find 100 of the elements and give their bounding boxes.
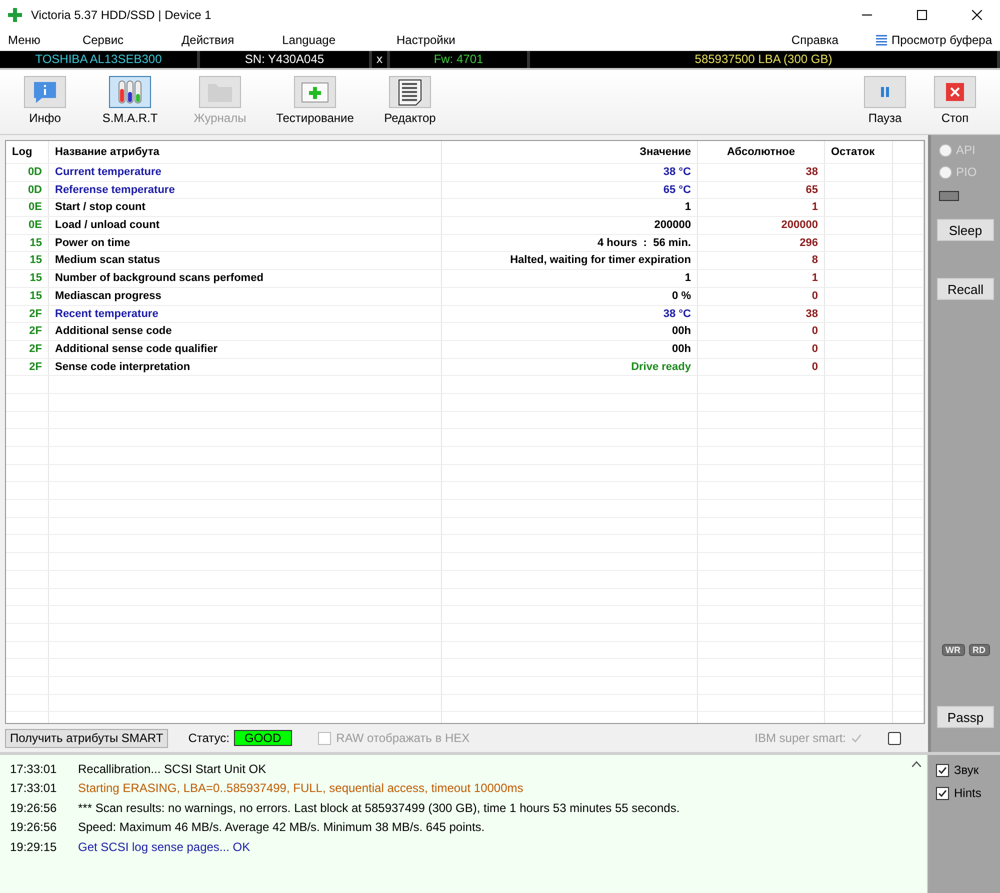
passp-button[interactable]: Passp <box>937 706 994 728</box>
log-cell: 2F <box>6 323 49 340</box>
absolute-cell: 1 <box>698 199 825 216</box>
get-smart-button[interactable]: Получить атрибуты SMART <box>5 728 168 748</box>
cross-icon <box>8 8 22 22</box>
absolute-cell: 38 <box>698 164 825 181</box>
window-title: Victoria 5.37 HDD/SSD | Device 1 <box>31 8 212 22</box>
toolbar-button[interactable]: S.M.A.R.T <box>80 76 180 125</box>
attribute-name-cell: Number of background scans perfomed <box>49 270 442 287</box>
attribute-name-cell: Start / stop count <box>49 199 442 216</box>
io-indicator: WR <box>942 644 964 656</box>
log-cell: 15 <box>6 270 49 287</box>
toolbar-button[interactable]: Тестирование <box>260 76 370 125</box>
menu-item[interactable]: Language <box>282 33 336 47</box>
scroll-up-icon[interactable] <box>912 761 921 767</box>
log-cell: 2F <box>6 306 49 322</box>
maximize-icon[interactable] <box>917 10 927 20</box>
absolute-cell: 1 <box>698 270 825 287</box>
toolbar-button[interactable]: Инфо <box>10 76 80 125</box>
list-icon <box>876 34 888 46</box>
option-label: Hints <box>954 786 982 800</box>
log-time: 19:26:56 <box>9 820 57 834</box>
hex-label: RAW отображать в HEX <box>336 731 470 745</box>
toolbar-button[interactable]: Стоп <box>920 76 990 125</box>
value-cell: 65 °C <box>442 182 698 198</box>
log-message: Speed: Maximum 46 MB/s. Average 42 MB/s. Minimum 38 MB/s. 645 points. <box>77 820 485 834</box>
log-cell: 0E <box>6 217 49 234</box>
column-header[interactable]: Log <box>6 141 49 163</box>
value-cell: 1 <box>442 199 698 216</box>
column-header[interactable]: Значение <box>442 141 698 163</box>
absolute-cell: 0 <box>698 288 825 304</box>
value-cell: 1 <box>442 270 698 287</box>
buffer-menu-item[interactable]: Просмотр буфера <box>876 33 992 47</box>
menu-item[interactable]: Сервис <box>82 33 124 47</box>
status-label: Статус: <box>188 731 230 745</box>
attribute-name-cell: Medium scan status <box>49 252 442 270</box>
absolute-cell: 296 <box>698 234 825 252</box>
attribute-name-cell: Additional sense code <box>49 323 442 340</box>
attribute-name-cell: Power on time <box>49 234 442 252</box>
option-checkbox[interactable] <box>936 786 949 800</box>
menu-item[interactable]: Меню <box>8 33 40 47</box>
absolute-cell: 0 <box>698 358 825 376</box>
close-icon <box>946 83 964 101</box>
toolbar-button[interactable]: Пауза <box>850 76 920 125</box>
absolute-cell: 0 <box>698 340 825 358</box>
attribute-name-cell: Recent temperature <box>49 306 442 322</box>
info-icon <box>32 80 58 104</box>
log-cell: 15 <box>6 234 49 252</box>
absolute-cell: 0 <box>698 323 825 340</box>
value-cell: 00h <box>442 323 698 340</box>
log-time: 17:33:01 <box>9 762 57 776</box>
checkbox[interactable] <box>888 732 901 744</box>
value-cell: Halted, waiting for timer expiration <box>442 252 698 270</box>
log-message: *** Scan results: no warnings, no errors. Last block at 585937499 (300 GB), time 1 hours 53 minutes 55 seconds. <box>77 800 680 815</box>
log-message: Recallibration... SCSI Start Unit OK <box>77 762 266 776</box>
value-cell: 38 °C <box>442 306 698 322</box>
attribute-name-cell: Current temperature <box>49 164 442 181</box>
absolute-cell: 200000 <box>698 217 825 234</box>
attribute-name-cell: Referense temperature <box>49 182 442 198</box>
log-cell: 15 <box>6 252 49 270</box>
attribute-name-cell: Additional sense code qualifier <box>49 340 442 358</box>
first-aid-kit-icon <box>300 80 330 104</box>
option-label: Звук <box>954 763 979 777</box>
menu-item[interactable]: Действия <box>182 33 234 47</box>
log-cell: 2F <box>6 340 49 358</box>
log-message: Get SCSI log sense pages... OK <box>77 840 250 854</box>
log-time: 17:33:01 <box>9 781 57 796</box>
log-cell: 0E <box>6 199 49 216</box>
value-cell: Drive ready <box>442 358 698 376</box>
option-checkbox[interactable] <box>936 764 949 776</box>
activity-indicator <box>939 191 959 201</box>
recall-button[interactable]: Recall <box>937 278 994 300</box>
binary-sheet-icon <box>397 78 423 106</box>
value-cell: 00h <box>442 340 698 358</box>
menu-item[interactable]: Настройки <box>396 33 456 47</box>
attribute-name-cell: Load / unload count <box>49 217 442 234</box>
absolute-cell: 8 <box>698 252 825 270</box>
log-time: 19:29:15 <box>9 840 57 854</box>
log-cell: 2F <box>6 358 49 376</box>
log-cell: 15 <box>6 288 49 304</box>
sleep-button[interactable]: Sleep <box>937 219 994 241</box>
log-cell: 0D <box>6 164 49 181</box>
value-cell: 0 % <box>442 288 698 304</box>
value-cell: 38 °C <box>442 164 698 181</box>
value-cell: 4 hours : 56 min. <box>442 234 698 252</box>
column-header[interactable]: Название атрибута <box>49 141 442 163</box>
menu-item[interactable]: Справка <box>791 33 838 47</box>
log-cell: 0D <box>6 182 49 198</box>
io-indicator: RD <box>968 644 990 656</box>
log-time: 19:26:56 <box>9 800 57 815</box>
column-header[interactable]: Остаток <box>825 141 893 163</box>
pause-icon <box>878 85 892 99</box>
attribute-name-cell: Sense code interpretation <box>49 358 442 376</box>
close-icon[interactable] <box>972 10 982 20</box>
test-tubes-icon <box>116 79 144 105</box>
log-message: Starting ERASING, LBA=0..585937499, FULL, sequential access, timeout 10000ms <box>77 781 524 796</box>
column-header[interactable]: Абсолютное <box>698 141 825 163</box>
toolbar-button[interactable]: Редактор <box>370 76 450 125</box>
ibm-smart-label: IBM super smart: <box>754 731 846 745</box>
attribute-name-cell: Mediascan progress <box>49 288 442 304</box>
